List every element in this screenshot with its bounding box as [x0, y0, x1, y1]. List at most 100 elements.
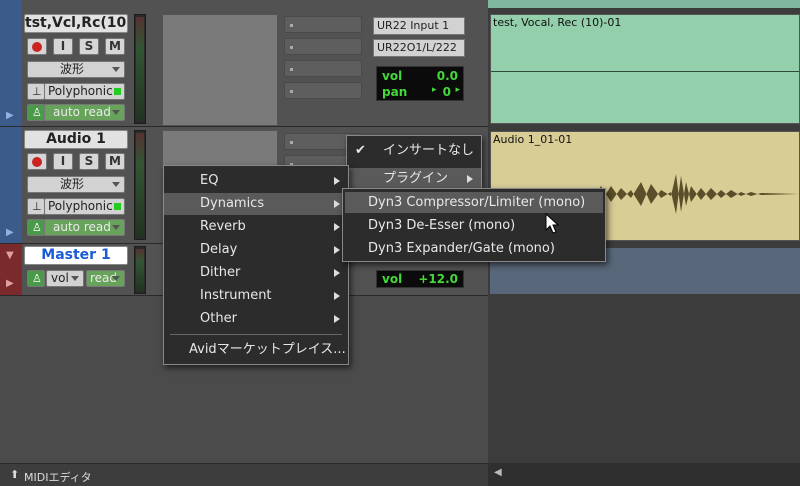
metronome-icon: ⊥: [32, 200, 42, 213]
automation-icon: ♙: [32, 221, 42, 234]
clip-test-vocal[interactable]: test, Vocal, Rec (10)-01: [490, 14, 800, 124]
track-1-send-slot-d[interactable]: [284, 82, 362, 99]
pan-arrow-icon: ▸: [455, 85, 460, 95]
track-2-input-button[interactable]: I: [53, 153, 73, 170]
track-2-automation-icon[interactable]: ♙: [27, 219, 45, 236]
plugin-dyn3-deesser[interactable]: Dyn3 De-Esser (mono): [345, 215, 603, 236]
submenu-arrow-icon: [467, 175, 473, 183]
expand-arrow-icon[interactable]: ▶: [6, 227, 14, 238]
track-1-send-slot-b[interactable]: [284, 38, 362, 55]
horizontal-scrollbar[interactable]: ◀: [488, 463, 800, 486]
track-1-inserts-area[interactable]: [162, 14, 278, 126]
mouse-pointer-icon: [545, 213, 560, 234]
track-master-name[interactable]: Master 1: [24, 246, 128, 265]
track-1-pan-label: pan: [382, 85, 408, 99]
clip-test-vocal-label: test, Vocal, Rec (10)-01: [493, 16, 622, 29]
track-1-input-select[interactable]: UR22 Input 1: [373, 17, 465, 35]
track-1-output-select[interactable]: UR22O1/L/222: [373, 39, 465, 57]
automation-icon: ♙: [32, 272, 42, 285]
category-eq-label: EQ: [200, 173, 219, 188]
clip-test-vocal-waveform: [491, 71, 799, 72]
category-dynamics[interactable]: Dynamics: [164, 193, 348, 215]
track-1-name[interactable]: tst,Vcl,Rc(10): [24, 14, 128, 33]
chevron-down-icon: [71, 276, 79, 281]
submenu-arrow-icon: [334, 200, 340, 208]
plugin-dyn3-deesser-label: Dyn3 De-Esser (mono): [368, 218, 516, 233]
plugin-dyn3-expander-label: Dyn3 Expander/Gate (mono): [368, 241, 555, 256]
track-1-mute-button[interactable]: M: [105, 38, 125, 55]
track-1-send-slot-c[interactable]: [284, 60, 362, 77]
category-other[interactable]: Other: [164, 308, 348, 330]
track-2-color-strip: [0, 127, 22, 243]
track-2-voice-select[interactable]: Polyphonic: [44, 198, 125, 215]
track-1-solo-button[interactable]: S: [79, 38, 99, 55]
track-1-record-button[interactable]: [27, 38, 47, 55]
track-1-vol-label: vol: [382, 69, 403, 83]
insert-none-label: インサートなし: [383, 143, 475, 158]
insert-plugin-label: プラグイン: [383, 171, 449, 186]
track-2-timebase-select[interactable]: ⊥: [27, 198, 45, 215]
submenu-arrow-icon: [334, 315, 340, 323]
metronome-icon: ⊥: [32, 85, 42, 98]
track-1-timebase-select[interactable]: ⊥: [27, 83, 45, 100]
submenu-arrow-icon: [334, 292, 340, 300]
avid-marketplace-label: Avidマーケットプレイス...: [189, 342, 346, 357]
track-master-automation-icon[interactable]: ♙: [27, 270, 45, 287]
voice-led-icon: [114, 203, 121, 210]
track-2-automation-select[interactable]: auto read: [44, 219, 125, 236]
insert-plugin-item[interactable]: プラグイン: [347, 168, 481, 190]
track-1-automation-select[interactable]: auto read: [44, 104, 125, 121]
track-2-mute-button[interactable]: M: [105, 153, 125, 170]
submenu-arrow-icon: [334, 223, 340, 231]
track-1-vol-pan-display[interactable]: vol 0.0 pan ▸ 0 ▸: [376, 66, 464, 101]
track-1[interactable]: tst,Vcl,Rc(10) I S M 波形 ⊥ Polyphonic ♙ a…: [0, 0, 488, 127]
category-dynamics-label: Dynamics: [200, 196, 265, 211]
chevron-down-icon: [112, 276, 120, 281]
track-2-view-select[interactable]: 波形: [27, 176, 125, 193]
plugin-dyn3-compressor-label: Dyn3 Compressor/Limiter (mono): [368, 195, 586, 210]
category-reverb[interactable]: Reverb: [164, 216, 348, 238]
track-2-record-button[interactable]: [27, 153, 47, 170]
track-1-send-slot-a[interactable]: [284, 16, 362, 33]
category-delay[interactable]: Delay: [164, 239, 348, 261]
track-2-voice-label: Polyphonic: [48, 199, 113, 213]
pan-arrow-icon: ▸: [432, 85, 437, 95]
track-master-automation-select[interactable]: read: [86, 270, 125, 287]
category-instrument[interactable]: Instrument: [164, 285, 348, 307]
track-master-vol-select[interactable]: vol: [46, 270, 84, 287]
track-1-automation-icon[interactable]: ♙: [27, 104, 45, 121]
track-master-vol-label: vol: [382, 272, 403, 286]
category-other-label: Other: [200, 311, 237, 326]
track-1-view-label: 波形: [60, 62, 85, 76]
track-1-input-button[interactable]: I: [53, 38, 73, 55]
expand-arrow-icon[interactable]: ▶: [6, 278, 14, 289]
chevron-down-icon: [112, 67, 120, 72]
track-2-name[interactable]: Audio 1: [24, 130, 128, 149]
automation-icon: ♙: [32, 106, 42, 119]
insert-menu: ✔ インサートなし プラグイン: [346, 135, 482, 191]
avid-marketplace-item[interactable]: Avidマーケットプレイス...: [164, 339, 348, 361]
plugin-category-menu: EQ Dynamics Reverb Delay Dither Instrume…: [163, 165, 349, 365]
master-icon: ▼: [6, 250, 14, 261]
dynamics-submenu: Dyn3 Compressor/Limiter (mono) Dyn3 De-E…: [342, 188, 606, 262]
scroll-left-icon[interactable]: ◀: [494, 467, 502, 478]
expand-arrow-icon[interactable]: ▶: [6, 110, 14, 121]
checkmark-icon: ✔: [355, 143, 366, 158]
category-dither-label: Dither: [200, 265, 241, 280]
plugin-dyn3-expander[interactable]: Dyn3 Expander/Gate (mono): [345, 238, 603, 259]
plugin-dyn3-compressor[interactable]: Dyn3 Compressor/Limiter (mono): [345, 192, 603, 213]
category-eq[interactable]: EQ: [164, 170, 348, 192]
track-2-automation-label: auto read: [53, 220, 111, 234]
chevron-down-icon: [112, 225, 120, 230]
track-1-voice-select[interactable]: Polyphonic: [44, 83, 125, 100]
track-1-voice-label: Polyphonic: [48, 84, 113, 98]
submenu-arrow-icon: [334, 177, 340, 185]
insert-none-item[interactable]: ✔ インサートなし: [347, 140, 481, 162]
track-1-view-select[interactable]: 波形: [27, 61, 125, 78]
category-dither[interactable]: Dither: [164, 262, 348, 284]
track-1-pan-value: 0: [442, 85, 451, 99]
track-master-vol-display[interactable]: vol +12.0: [376, 270, 464, 288]
track-1-color-strip: [0, 0, 22, 126]
track-2-solo-button[interactable]: S: [79, 153, 99, 170]
midi-editor-bar[interactable]: ⬆ MIDIエディタ: [0, 463, 488, 486]
